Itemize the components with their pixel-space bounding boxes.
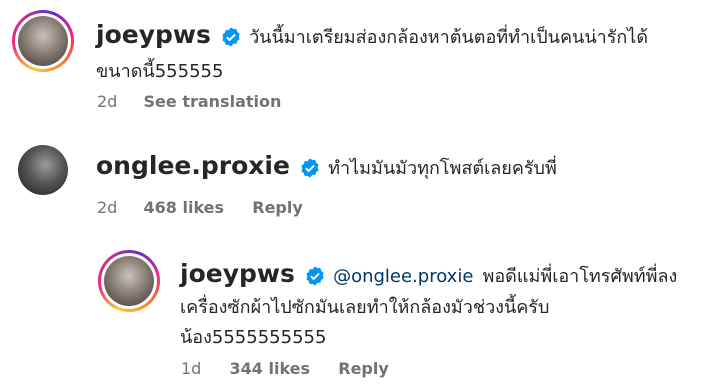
avatar-photo: [18, 16, 68, 66]
comment-3-reply: joeypws @onglee.proxie พอดีแม่พี่เอาโทรศ…: [0, 235, 728, 387]
avatar-ring-inner: [15, 13, 71, 69]
comment-2: onglee.proxie ทำไมมันมัวทุกโพสต์เลยครับพ…: [0, 125, 728, 235]
reply-button[interactable]: Reply: [252, 198, 303, 217]
avatar-joeypws[interactable]: [12, 10, 74, 72]
comment-text: วันนี้มาเตรียมส่องกล้องหาต้นตอที่ทำเป็นค…: [249, 27, 649, 48]
reply-button[interactable]: Reply: [338, 359, 389, 378]
see-translation-button[interactable]: See translation: [144, 92, 282, 111]
comment-text: ทำไมมันมัวทุกโพสต์เลยครับพี่: [328, 158, 557, 179]
verified-badge-icon: [299, 157, 321, 183]
avatar-photo: [104, 256, 154, 306]
comment-text-line-2: ขนาดนี้555555: [96, 61, 224, 82]
avatar-onglee-proxie[interactable]: [18, 145, 68, 195]
mention-link[interactable]: @onglee.proxie: [333, 266, 473, 287]
comment-3-meta: 1d 344 likes Reply: [181, 359, 389, 378]
comment-text-line-2: เครื่องซักผ้าไปซักมันเลยทำให้กล้องมัวช่ว…: [180, 297, 550, 318]
username[interactable]: joeypws: [180, 259, 295, 288]
comment-1: joeypws วันนี้มาเตรียมส่องกล้องหาต้นตอที…: [0, 0, 728, 125]
likes-count[interactable]: 468 likes: [144, 198, 225, 217]
timestamp: 1d: [181, 359, 202, 378]
comment-text-line-3: น้อง5555555555: [180, 327, 327, 348]
comment-1-meta: 2d See translation: [97, 92, 281, 111]
comment-3-header: joeypws @onglee.proxie พอดีแม่พี่เอาโทรศ…: [180, 259, 677, 291]
verified-badge-icon: [304, 265, 326, 291]
likes-count[interactable]: 344 likes: [230, 359, 311, 378]
avatar-joeypws[interactable]: [98, 250, 160, 312]
timestamp: 2d: [97, 92, 118, 111]
comment-2-meta: 2d 468 likes Reply: [97, 198, 303, 217]
timestamp: 2d: [97, 198, 118, 217]
avatar-ring-inner: [101, 253, 157, 309]
comment-2-header: onglee.proxie ทำไมมันมัวทุกโพสต์เลยครับพ…: [96, 151, 557, 183]
username[interactable]: onglee.proxie: [96, 151, 290, 180]
comment-1-header: joeypws วันนี้มาเตรียมส่องกล้องหาต้นตอที…: [96, 20, 648, 52]
comment-text: พอดีแม่พี่เอาโทรศัพท์พี่ลง: [482, 266, 678, 287]
username[interactable]: joeypws: [96, 20, 211, 49]
verified-badge-icon: [220, 26, 242, 52]
